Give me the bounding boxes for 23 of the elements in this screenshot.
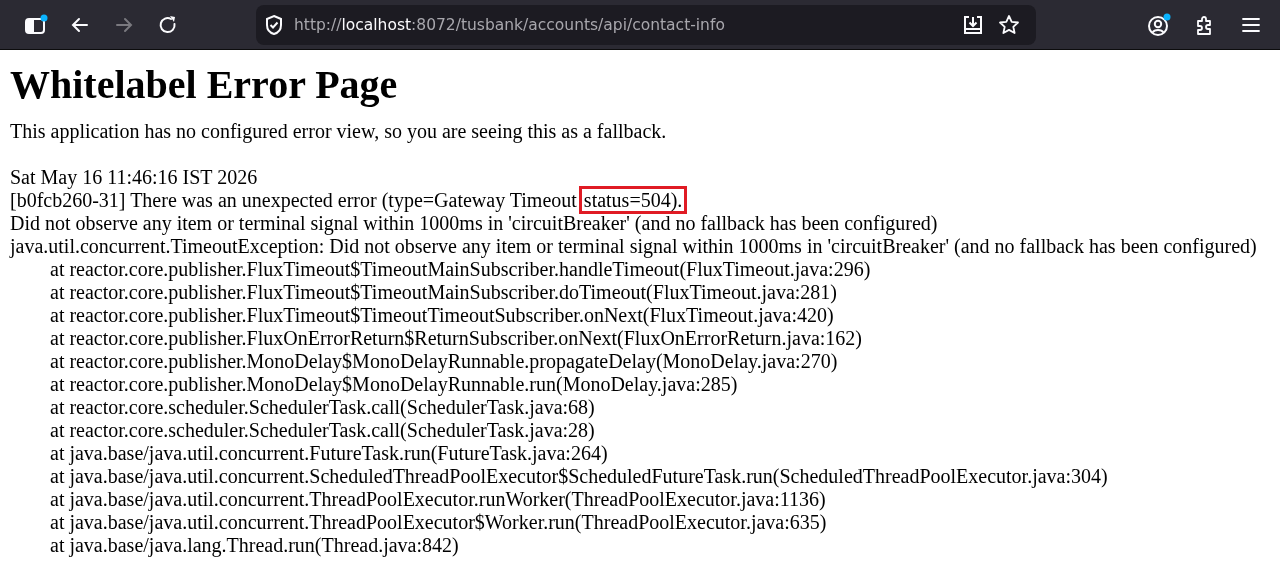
stack-trace-line: at reactor.core.scheduler.SchedulerTask.call(SchedulerTask.java:68) — [49, 396, 596, 419]
stack-trace-line: at java.base/java.lang.Thread.run(Thread.java:842) — [49, 534, 460, 557]
fallback-message: This application has no configured error view, so you are seeing this as a fallback. — [10, 120, 668, 143]
stack-trace-line: at reactor.core.publisher.FluxOnErrorReturn$ReturnSubscriber.onNext(FluxOnErrorReturn.java:162) — [49, 327, 864, 350]
url-text: http://localhost:8072/tusbank/accounts/api/contact-info — [294, 15, 726, 34]
stack-trace-line: at reactor.core.publisher.FluxTimeout$TimeoutMainSubscriber.doTimeout(FluxTimeout.java:281) — [49, 281, 839, 304]
highlighted-status: status=504). — [578, 186, 688, 214]
stack-trace-line: at java.base/java.util.concurrent.ThreadPoolExecutor.runWorker(ThreadPoolExecutor.java:1136) — [49, 488, 827, 511]
stack-trace-line: at reactor.core.publisher.FluxTimeout$TimeoutTimeoutSubscriber.onNext(FluxTimeout.java:420) — [49, 304, 835, 327]
error-message: [b0fcb260-31] There was an unexpected error (type=Gateway Timeout — [10, 189, 577, 211]
address-bar[interactable]: http://localhost:8072/tusbank/accounts/api/contact-info — [256, 4, 1036, 45]
error-detail: Did not observe any item or terminal signal within 1000ms in 'circuitBreaker' (and no fallback has been configured) — [10, 212, 939, 235]
error-detail: java.util.concurrent.TimeoutException: Did not observe any item or terminal signal within 1000ms in 'circuitBreaker' (and no fallback has been configured) — [10, 235, 1258, 258]
stack-trace-line: at reactor.core.publisher.FluxTimeout$TimeoutMainSubscriber.handleTimeout(FluxTimeout.java:296) — [49, 258, 872, 281]
page-heading: Whitelabel Error Page — [10, 62, 399, 108]
timestamp: Sat May 16 11:46:16 IST 2026 — [10, 166, 259, 189]
stack-trace-line: at reactor.core.scheduler.SchedulerTask.call(SchedulerTask.java:28) — [49, 419, 596, 442]
stack-trace-line: at reactor.core.publisher.MonoDelay$MonoDelayRunnable.propagateDelay(MonoDelay.java:270) — [49, 350, 839, 373]
stack-trace-line: at java.base/java.util.concurrent.FutureTask.run(FutureTask.java:264) — [49, 442, 609, 465]
shield-icon[interactable] — [264, 13, 284, 36]
stack-trace-line: at java.base/java.util.concurrent.ScheduledThreadPoolExecutor$ScheduledFutureTask.run(ScheduledThreadPoolExecutor.java:304) — [49, 465, 1109, 488]
stack-trace-line: at java.base/java.util.concurrent.ThreadPoolExecutor$Worker.run(ThreadPoolExecutor.java:635) — [49, 511, 828, 534]
stack-trace-line: at reactor.core.publisher.MonoDelay$MonoDelayRunnable.run(MonoDelay.java:285) — [49, 373, 739, 396]
